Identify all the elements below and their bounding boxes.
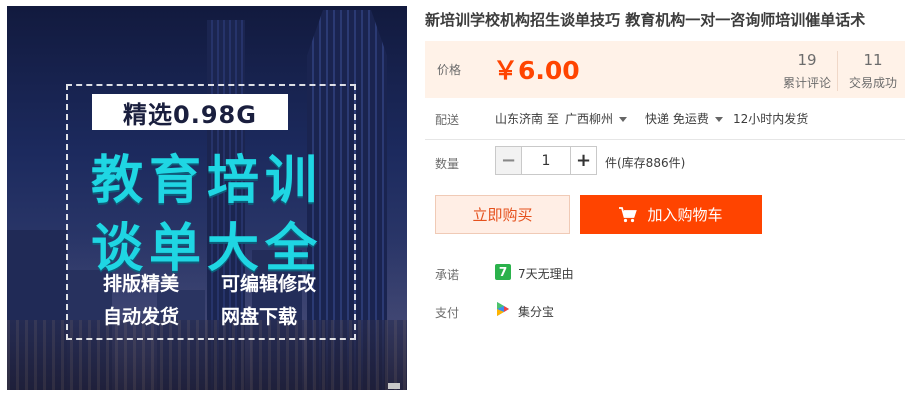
image-scroll-mark (388, 383, 400, 389)
divider-line (425, 139, 905, 140)
price-panel: 价格 ￥6.00 19 累计评论 11 交易成功 (425, 41, 905, 98)
ship-from: 山东济南 至 (495, 112, 559, 126)
stock-info: 件(库存886件) (605, 156, 686, 170)
deals-stat[interactable]: 11 交易成功 (843, 51, 903, 91)
feature-text: 网盘下载 (221, 306, 298, 328)
seven-day-icon: 7 (495, 264, 511, 280)
caret-down-icon (714, 117, 723, 122)
reviews-label: 累计评论 (782, 76, 831, 90)
add-to-cart-button[interactable]: 加入购物车 (580, 195, 762, 234)
price-value: ￥6.00 (493, 56, 580, 85)
buy-now-button[interactable]: 立即购买 (435, 195, 570, 234)
size-badge: 精选0.98G (92, 94, 288, 130)
product-image[interactable]: 精选0.98G 教育培训 谈单大全 排版精美 可编辑修改 自动发货 网盘下载 (7, 6, 407, 390)
quantity-label: 数量 (435, 157, 460, 171)
jifenbao-icon (497, 302, 509, 316)
headline-line2: 谈单大全 (90, 219, 323, 279)
deals-label: 交易成功 (848, 76, 897, 90)
ship-method-text: 快递 免运费 (645, 112, 709, 126)
quantity-input[interactable] (522, 146, 570, 175)
add-to-cart-label: 加入购物车 (647, 206, 723, 224)
price-label: 价格 (437, 63, 462, 77)
caret-down-icon (619, 117, 628, 122)
ship-method-select[interactable]: 快递 免运费 (645, 110, 723, 127)
headline-line1: 教育培训 (90, 151, 323, 211)
feature-text: 自动发货 (103, 306, 180, 328)
divider (837, 51, 838, 91)
payment-text[interactable]: 集分宝 (518, 303, 554, 320)
product-title: 新培训学校机构招生谈单技巧 教育机构一对一咨询师培训催单话术 (425, 11, 866, 29)
promise-label: 承诺 (435, 268, 460, 282)
dispatch-time: 12小时内发货 (733, 112, 809, 126)
ship-to-text: 广西柳州 (565, 112, 614, 126)
cart-icon (619, 206, 638, 222)
decrease-button[interactable]: − (495, 146, 522, 175)
promise-text[interactable]: 7天无理由 (518, 265, 574, 282)
increase-button[interactable]: + (570, 146, 597, 175)
payment-label: 支付 (435, 306, 460, 320)
deals-count: 11 (863, 51, 883, 69)
shipping-label: 配送 (435, 113, 460, 127)
feature-text: 排版精美 (103, 273, 180, 295)
reviews-count: 19 (797, 51, 817, 69)
reviews-stat[interactable]: 19 累计评论 (777, 51, 837, 91)
feature-text: 可编辑修改 (221, 273, 317, 295)
ship-to-select[interactable]: 广西柳州 (565, 110, 628, 127)
quantity-stepper: − + (495, 146, 597, 175)
